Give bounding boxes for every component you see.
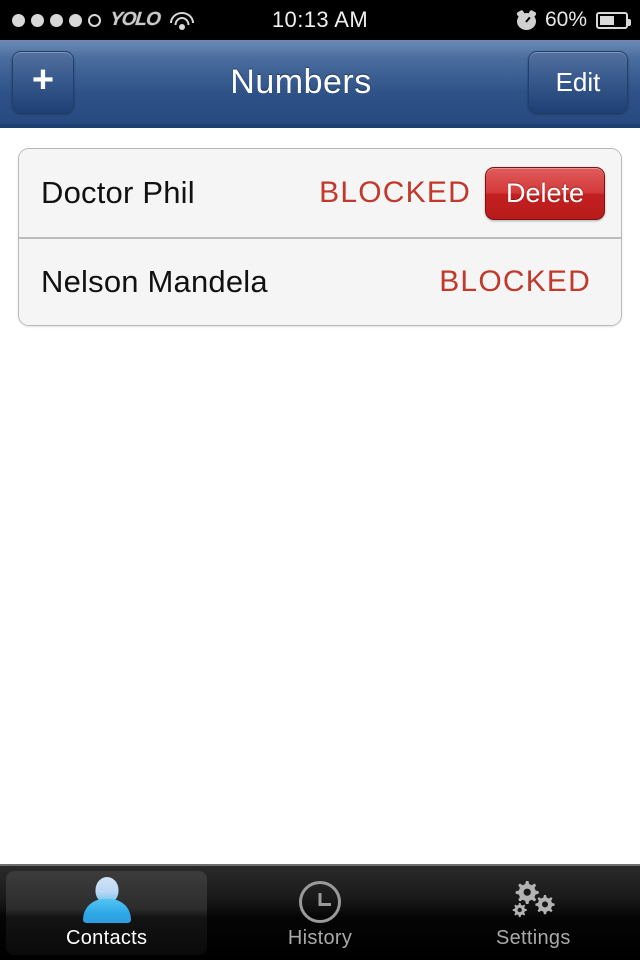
gears-icon-wrapper (509, 877, 557, 923)
tab-label: History (287, 926, 353, 949)
battery-icon (596, 11, 631, 29)
status-badge: BLOCKED (439, 265, 591, 298)
delete-button[interactable]: Delete (484, 166, 605, 220)
page-title: Numbers (230, 62, 372, 101)
signal-strength-icon (12, 13, 101, 27)
blocked-numbers-list: Doctor Phil BLOCKED Delete Nelson Mandela BL… (18, 148, 622, 326)
wifi-icon (169, 11, 195, 30)
status-bar: YOLO 10:13 AM 60% (0, 0, 640, 40)
tab-label: Contacts (66, 926, 148, 949)
table-row[interactable]: Doctor Phil BLOCKED Delete (19, 149, 621, 237)
status-bar-clock: 10:13 AM (271, 7, 369, 32)
table-row[interactable]: Nelson Mandela BLOCKED (19, 237, 621, 325)
person-icon (81, 876, 133, 923)
clock-icon-wrapper (298, 877, 341, 923)
status-bar-right: 60% (410, 8, 640, 32)
navigation-bar: + Numbers Edit (0, 40, 640, 128)
status-bar-left: YOLO (0, 9, 230, 31)
app-root: YOLO 10:13 AM 60% + Numbers Edit Doctor … (0, 0, 640, 960)
alarm-clock-icon (516, 9, 537, 30)
add-number-button[interactable]: + (12, 51, 74, 113)
contact-name: Nelson Mandela (41, 264, 268, 299)
tab-label: Settings (495, 926, 571, 949)
gears-icon (513, 880, 555, 917)
status-badge: BLOCKED (319, 176, 471, 209)
tab-contacts[interactable]: Contacts (0, 866, 213, 960)
clock-icon (298, 880, 341, 923)
person-icon-wrapper (81, 876, 133, 923)
edit-button[interactable]: Edit (528, 51, 628, 113)
tab-bar: Contacts History Settings (0, 864, 640, 960)
battery-percent-label: 60% (544, 8, 587, 31)
contact-name: Doctor Phil (41, 175, 195, 210)
tab-history[interactable]: History (213, 866, 426, 960)
tab-settings[interactable]: Settings (427, 866, 640, 960)
carrier-name: YOLO (108, 9, 161, 30)
